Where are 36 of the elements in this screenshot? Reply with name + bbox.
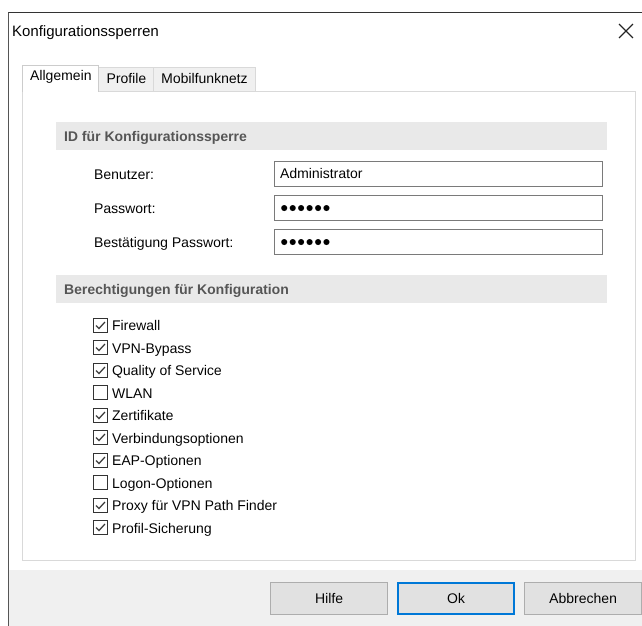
checkbox[interactable] bbox=[93, 362, 108, 378]
section-header: Berechtigungen für Konfiguration bbox=[56, 275, 607, 303]
checkbox[interactable] bbox=[93, 498, 108, 513]
checkbox-label: Zertifikate bbox=[112, 407, 174, 424]
checkbox[interactable] bbox=[93, 385, 108, 400]
dialog-button[interactable]: Hilfe bbox=[270, 582, 388, 614]
checkbox-label: EAP-Optionen bbox=[112, 452, 202, 468]
field-label: Benutzer: bbox=[94, 166, 155, 182]
checkbox[interactable] bbox=[93, 430, 108, 446]
checkbox-label: Logon-Optionen bbox=[112, 474, 212, 491]
dialog-button[interactable]: Ok bbox=[397, 582, 515, 614]
checkbox[interactable] bbox=[93, 475, 108, 490]
checkbox-label: VPN-Bypass bbox=[112, 340, 192, 356]
input-field[interactable]: Administrator bbox=[274, 161, 603, 187]
checkbox[interactable] bbox=[93, 520, 108, 536]
checkbox[interactable] bbox=[93, 340, 108, 356]
checkbox[interactable] bbox=[93, 408, 108, 423]
tab[interactable]: Mobilfunknetz bbox=[153, 67, 256, 91]
tab[interactable]: Allgemein bbox=[22, 65, 100, 92]
input-field[interactable]: ●●●●●● bbox=[274, 195, 603, 221]
section-header: ID für Konfigurationssperre bbox=[56, 122, 607, 150]
window-title: Konfigurationssperren bbox=[12, 22, 159, 40]
checkbox-label: WLAN bbox=[112, 384, 152, 401]
checkbox-label: Firewall bbox=[112, 317, 160, 334]
checkbox[interactable] bbox=[93, 318, 108, 333]
field-label: Passwort: bbox=[94, 200, 156, 216]
tab[interactable]: Profile bbox=[98, 67, 154, 91]
input-field[interactable]: ●●●●●● bbox=[274, 229, 603, 255]
checkbox[interactable] bbox=[93, 452, 108, 468]
dialog-button[interactable]: Abbrechen bbox=[524, 582, 642, 614]
close-icon[interactable] bbox=[618, 23, 634, 39]
checkbox-label: Profil-Sicherung bbox=[112, 520, 212, 536]
checkbox-label: Proxy für VPN Path Finder bbox=[112, 497, 277, 514]
checkbox-label: Quality of Service bbox=[112, 362, 222, 378]
checkbox-label: Verbindungsoptionen bbox=[112, 430, 244, 446]
field-label: Bestätigung Passwort: bbox=[94, 234, 234, 250]
